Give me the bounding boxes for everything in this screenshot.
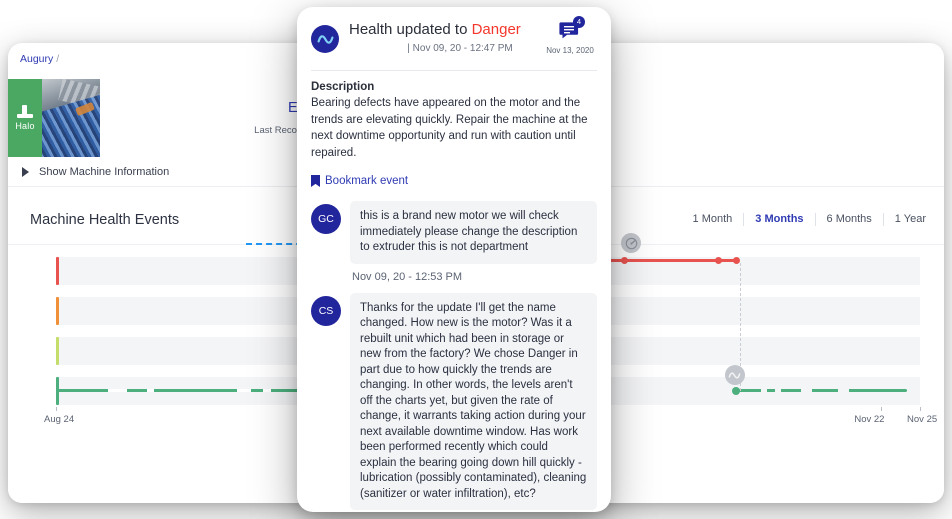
- halo-badge: Halo: [8, 79, 42, 157]
- gauge-marker[interactable]: [621, 233, 642, 253]
- danger-dot-b: [715, 256, 723, 264]
- comment-text: Thanks for the update I'll get the name …: [350, 292, 597, 510]
- description-label: Description: [311, 81, 375, 93]
- comment-text: this is a brand new motor we will check …: [350, 201, 597, 264]
- wave-icon: [728, 371, 741, 379]
- healthy-resume-gap-1: [761, 389, 768, 392]
- bookmark-event-button[interactable]: Bookmark event: [311, 175, 597, 187]
- halo-label: Halo: [15, 121, 35, 131]
- axis-tick: [920, 407, 921, 411]
- comments-count-badge: 4: [573, 16, 585, 28]
- tab-3-months[interactable]: 3 Months: [744, 213, 816, 226]
- breadcrumb-item-augury[interactable]: Augury: [20, 53, 53, 65]
- show-machine-information-label: Show Machine Information: [39, 165, 170, 178]
- axis-tick: [56, 407, 57, 411]
- wave-icon: [316, 34, 334, 44]
- healthy-resume-gap-3: [800, 389, 812, 392]
- description-text: Bearing defects have appeared on the mot…: [311, 97, 588, 159]
- event-detail-modal: Health updated to Danger | Nov 09, 20 - …: [297, 7, 611, 512]
- bookmark-icon: [311, 175, 320, 187]
- breadcrumb-separator: /: [56, 53, 60, 65]
- gauge-icon: [625, 237, 637, 249]
- healthy-resume-dot: [731, 386, 740, 395]
- list-item: GC this is a brand new motor we will che…: [311, 201, 597, 283]
- health-restored-marker[interactable]: [724, 365, 745, 385]
- lane-cap-warning: [56, 297, 59, 325]
- comment-timestamp: Nov 09, 20 - 12:53 PM: [352, 270, 463, 283]
- healthy-track-gap-3: [237, 389, 252, 392]
- status-badge: Danger: [471, 21, 521, 38]
- chevron-right-icon: [22, 166, 29, 177]
- breadcrumb: Augury /: [20, 53, 59, 65]
- bookmark-event-label: Bookmark event: [325, 175, 409, 187]
- healthy-resume-gap-2: [774, 389, 781, 392]
- healthy-track-gap-4: [263, 389, 272, 392]
- modal-header-date: Nov 13, 2020: [546, 46, 594, 55]
- tab-1-month[interactable]: 1 Month: [682, 213, 745, 226]
- event-type-badge: [311, 25, 339, 53]
- axis-label-nov-22: Nov 22: [854, 414, 885, 425]
- avatar: GC: [311, 204, 341, 234]
- healthy-resume-gap-4: [837, 389, 850, 392]
- modal-header-right: 4 Nov 13, 2020: [541, 16, 599, 55]
- modal-body[interactable]: Description Bearing defects have appeare…: [297, 71, 611, 512]
- avatar: CS: [311, 295, 341, 326]
- modal-title-prefix: Health updated to: [349, 21, 472, 38]
- healthy-track-gap-1: [107, 389, 127, 392]
- machine-photo: [42, 79, 100, 157]
- tab-1-year[interactable]: 1 Year: [884, 213, 932, 226]
- tab-6-months[interactable]: 6 Months: [816, 213, 884, 226]
- comments-list: GC this is a brand new motor we will che…: [311, 201, 597, 512]
- list-item: CS Thanks for the update I'll get the na…: [311, 292, 597, 513]
- page-title: Machine Health Events: [30, 211, 180, 228]
- lane-cap-danger: [56, 257, 59, 285]
- axis-tick: [881, 407, 883, 411]
- screenshot-root: Augury/ Halo Extruder - Other Last Recor…: [0, 0, 952, 519]
- axis-label-aug-24: Aug 24: [44, 414, 75, 425]
- machine-icon: [17, 105, 33, 119]
- healthy-track-gap-2: [146, 389, 154, 392]
- comments-button[interactable]: 4: [559, 16, 585, 41]
- lane-cap-monitor: [56, 337, 59, 365]
- modal-header: Health updated to Danger | Nov 09, 20 - …: [297, 7, 611, 62]
- axis-label-nov-25: Nov 25: [907, 414, 938, 425]
- danger-dot-mid: [621, 256, 629, 264]
- time-range-tabs: 1 Month 3 Months 6 Months 1 Year: [682, 213, 932, 226]
